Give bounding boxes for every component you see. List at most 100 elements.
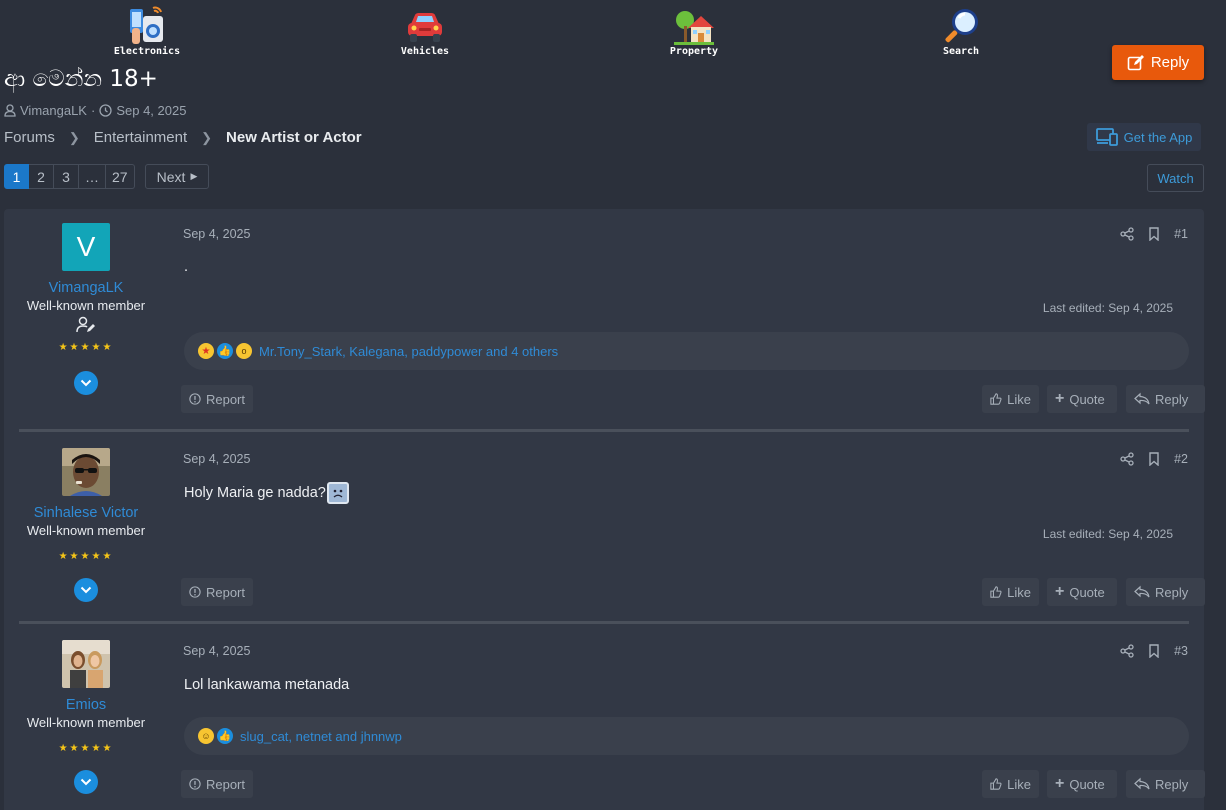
reply-button[interactable]: Reply — [1112, 45, 1204, 80]
avatar[interactable] — [62, 640, 110, 688]
like-reaction-icon: 👍 — [217, 728, 233, 744]
post-date[interactable]: Sep 4, 2025 — [183, 644, 250, 658]
quote-label: Quote — [1069, 391, 1105, 407]
post-reply-button[interactable]: Reply — [1126, 385, 1205, 413]
reactions-bar[interactable]: ★ 👍 o Mr.Tony_Stark, Kalegana, paddypowe… — [184, 332, 1189, 370]
quote-button[interactable]: + Quote — [1047, 385, 1117, 413]
electronics-icon — [127, 6, 167, 46]
category-label: Vehicles — [400, 46, 450, 57]
next-page-button[interactable]: Next ▶ — [145, 164, 209, 189]
thumbs-up-icon — [990, 778, 1002, 790]
category-property[interactable]: Property — [649, 6, 739, 57]
reply-label: Reply — [1155, 391, 1189, 407]
reaction-users[interactable]: Mr.Tony_Stark, Kalegana, paddypower and … — [259, 344, 558, 359]
user-edit-icon — [76, 316, 96, 336]
post-reply-button[interactable]: Reply — [1126, 770, 1205, 798]
page-ellipsis[interactable]: … — [79, 164, 106, 189]
avatar[interactable]: V — [62, 223, 110, 271]
username[interactable]: Sinhalese Victor — [4, 505, 168, 521]
like-button[interactable]: Like — [982, 385, 1039, 413]
thread-meta: VimangaLK · Sep 4, 2025 — [4, 103, 186, 118]
post-body: Lol lankawama metanada — [184, 677, 350, 693]
category-electronics[interactable]: Electronics — [102, 6, 192, 57]
thread-date[interactable]: Sep 4, 2025 — [116, 103, 186, 118]
like-label: Like — [1007, 776, 1031, 792]
like-button[interactable]: Like — [982, 770, 1039, 798]
thread-posts: V VimangaLK Well-known member ★★★★★ Sep … — [4, 209, 1205, 810]
page-3[interactable]: 3 — [54, 164, 79, 189]
alert-icon — [189, 393, 201, 405]
reply-label: Reply — [1155, 776, 1189, 792]
post-date[interactable]: Sep 4, 2025 — [183, 227, 250, 241]
share-icon[interactable] — [1120, 227, 1134, 241]
quote-button[interactable]: + Quote — [1047, 770, 1117, 798]
category-search[interactable]: Search — [916, 6, 1006, 57]
category-vehicles[interactable]: Vehicles — [380, 6, 470, 57]
post-user: Emios Well-known member ★★★★★ — [4, 640, 168, 794]
chevron-down-icon — [80, 586, 92, 594]
post-divider — [19, 429, 1189, 432]
thread-author[interactable]: VimangaLK — [20, 103, 87, 118]
house-icon — [674, 6, 714, 46]
plus-icon: + — [1055, 775, 1065, 792]
chevron-right-icon: ❯ — [201, 129, 213, 145]
avatar[interactable] — [62, 448, 110, 496]
sad-face-emoji-icon — [326, 482, 349, 504]
last-edited[interactable]: Last edited: Sep 4, 2025 — [1043, 527, 1173, 541]
breadcrumb-entertainment[interactable]: Entertainment — [94, 129, 187, 146]
magnifier-icon — [941, 6, 981, 46]
category-label: Electronics — [113, 46, 181, 57]
reaction-users[interactable]: slug_cat, netnet and jhnnwp — [240, 729, 402, 744]
page-27[interactable]: 27 — [106, 164, 135, 189]
reply-arrow-icon — [1134, 777, 1150, 790]
report-button[interactable]: Report — [181, 578, 253, 606]
get-app-button[interactable]: Get the App — [1087, 123, 1201, 151]
post-number[interactable]: #3 — [1174, 644, 1188, 658]
post-number[interactable]: #2 — [1174, 452, 1188, 466]
like-label: Like — [1007, 391, 1031, 407]
username[interactable]: VimangaLK — [4, 280, 168, 296]
report-button[interactable]: Report — [181, 385, 253, 413]
plus-icon: + — [1055, 583, 1065, 600]
share-icon[interactable] — [1120, 644, 1134, 658]
post-reply-button[interactable]: Reply — [1126, 578, 1205, 606]
category-label: Search — [942, 46, 980, 57]
reactions-bar[interactable]: ☺ 👍 slug_cat, netnet and jhnnwp — [184, 717, 1189, 755]
page-2[interactable]: 2 — [29, 164, 54, 189]
user-role: Well-known member — [26, 298, 146, 313]
quote-button[interactable]: + Quote — [1047, 578, 1117, 606]
next-label: Next — [156, 168, 186, 185]
report-button[interactable]: Report — [181, 770, 253, 798]
post-header-actions: #2 — [1120, 452, 1188, 466]
pagination: 1 2 3 … 27 — [4, 164, 135, 189]
page-1[interactable]: 1 — [4, 164, 29, 189]
report-label: Report — [205, 391, 245, 407]
category-label: Property — [669, 46, 719, 57]
last-edited[interactable]: Last edited: Sep 4, 2025 — [1043, 301, 1173, 315]
post-body-wrap: Holy Maria ge nadda? — [184, 482, 349, 504]
car-icon — [405, 6, 445, 46]
post-divider — [19, 621, 1189, 624]
expand-user-button[interactable] — [74, 371, 98, 395]
bookmark-icon[interactable] — [1148, 227, 1160, 241]
expand-user-button[interactable] — [74, 770, 98, 794]
like-button[interactable]: Like — [982, 578, 1039, 606]
quote-label: Quote — [1069, 584, 1105, 600]
breadcrumb-current[interactable]: New Artist or Actor — [226, 129, 362, 146]
post-date[interactable]: Sep 4, 2025 — [183, 452, 250, 466]
rating-stars: ★★★★★ — [58, 743, 114, 754]
post-body: Holy Maria ge nadda? — [184, 485, 326, 501]
chevron-right-icon: ❯ — [68, 129, 80, 145]
share-icon[interactable] — [1120, 452, 1134, 466]
username[interactable]: Emios — [4, 697, 168, 713]
breadcrumb-forums[interactable]: Forums — [4, 129, 55, 146]
bookmark-icon[interactable] — [1148, 644, 1160, 658]
post-number[interactable]: #1 — [1174, 227, 1188, 241]
rating-stars: ★★★★★ — [58, 342, 114, 353]
caret-right-icon: ▶ — [190, 171, 198, 181]
breadcrumb: Forums ❯ Entertainment ❯ New Artist or A… — [4, 129, 362, 146]
report-label: Report — [205, 776, 245, 792]
bookmark-icon[interactable] — [1148, 452, 1160, 466]
expand-user-button[interactable] — [74, 578, 98, 602]
watch-button[interactable]: Watch — [1147, 164, 1204, 192]
